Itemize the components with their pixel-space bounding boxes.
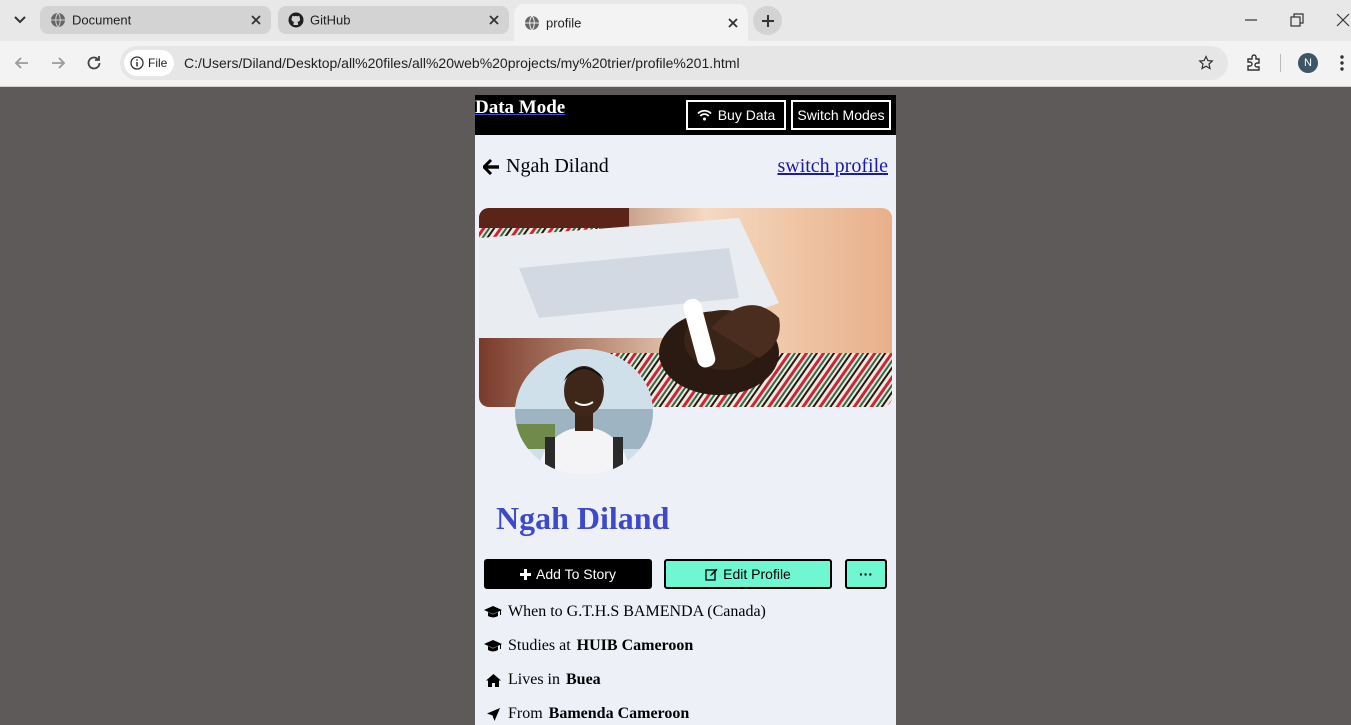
browser-tab-strip: Document GitHub profile	[0, 0, 1351, 41]
buy-data-button[interactable]: Buy Data	[686, 100, 786, 130]
tab-label: Document	[72, 12, 132, 28]
close-tab-icon[interactable]	[249, 13, 263, 27]
info-icon	[130, 56, 144, 70]
globe-icon	[525, 15, 539, 30]
profile-avatar-photo[interactable]	[515, 349, 653, 475]
school-text: When to G.T.H.S BAMENDA (Canada)	[508, 603, 766, 620]
address-bar[interactable]: File C:/Users/Diland/Desktop/all%20files…	[120, 46, 1228, 80]
info-from: From Bamenda Cameroon	[484, 705, 689, 723]
globe-icon	[51, 12, 65, 28]
reload-icon[interactable]	[84, 53, 104, 73]
from-value: Bamenda Cameroon	[548, 705, 690, 722]
edit-icon	[705, 568, 718, 581]
back-title: Ngah Diland	[506, 155, 609, 177]
minimize-icon[interactable]	[1243, 12, 1259, 28]
extensions-puzzle-icon[interactable]	[1244, 53, 1264, 73]
switch-profile-link[interactable]: switch profile	[777, 155, 888, 178]
add-to-story-button[interactable]: Add To Story	[484, 559, 652, 589]
browser-toolbar: File C:/Users/Diland/Desktop/all%20files…	[0, 41, 1351, 87]
switch-modes-label: Switch Modes	[797, 107, 885, 123]
tab-search-icon[interactable]	[9, 10, 31, 30]
studies-prefix: Studies at	[508, 637, 571, 654]
tab-label: profile	[546, 15, 582, 30]
profile-page: Data Mode Buy Data Switch Modes Ngah Dil…	[475, 95, 896, 725]
more-label: ···	[859, 566, 873, 582]
bookmark-star-icon[interactable]	[1198, 55, 1214, 71]
tab-github[interactable]: GitHub	[278, 6, 509, 34]
url-text[interactable]: C:/Users/Diland/Desktop/all%20files/all%…	[184, 55, 740, 71]
site-info-chip[interactable]: File	[124, 50, 174, 76]
tab-document[interactable]: Document	[40, 6, 271, 34]
lives-value: Buea	[566, 671, 601, 688]
home-icon	[484, 672, 502, 688]
info-lives: Lives in Buea	[484, 671, 601, 689]
forward-arrow-icon[interactable]	[48, 53, 68, 73]
location-arrow-icon	[484, 706, 502, 722]
graduation-cap-icon	[484, 638, 502, 654]
edit-profile-label: Edit Profile	[723, 566, 791, 582]
from-prefix: From	[508, 705, 543, 722]
file-label: File	[148, 56, 168, 70]
close-tab-icon[interactable]	[726, 16, 740, 30]
github-icon	[288, 12, 304, 28]
profile-name: Ngah Diland	[496, 500, 670, 536]
graduation-cap-icon	[484, 604, 502, 620]
lives-prefix: Lives in	[508, 671, 560, 688]
info-school: When to G.T.H.S BAMENDA (Canada)	[484, 603, 766, 621]
back-arrow-icon[interactable]	[12, 53, 32, 73]
plus-icon	[520, 568, 532, 580]
top-nav-bar: Data Mode Buy Data Switch Modes	[475, 95, 896, 135]
info-studies: Studies at HUIB Cameroon	[484, 637, 693, 655]
edit-profile-button[interactable]: Edit Profile	[664, 559, 832, 589]
wifi-icon	[697, 109, 712, 121]
arrow-left-icon[interactable]	[483, 158, 500, 175]
close-tab-icon[interactable]	[487, 13, 501, 27]
tab-label: GitHub	[310, 12, 351, 28]
add-story-label: Add To Story	[536, 566, 616, 582]
new-tab-button[interactable]	[753, 6, 782, 35]
switch-modes-button[interactable]: Switch Modes	[791, 100, 891, 130]
studies-value: HUIB Cameroon	[576, 637, 694, 654]
more-menu-icon[interactable]	[1337, 53, 1347, 73]
more-options-button[interactable]: ···	[845, 559, 887, 589]
buy-data-label: Buy Data	[717, 107, 776, 123]
close-window-icon[interactable]	[1335, 12, 1351, 28]
plus-icon	[761, 14, 774, 27]
brand-link[interactable]: Data Mode	[475, 97, 565, 119]
back-row[interactable]: Ngah Diland	[483, 155, 609, 178]
profile-avatar[interactable]: N	[1298, 53, 1318, 73]
tab-profile[interactable]: profile	[514, 4, 748, 41]
restore-icon[interactable]	[1289, 12, 1305, 28]
toolbar-divider	[1280, 54, 1281, 72]
